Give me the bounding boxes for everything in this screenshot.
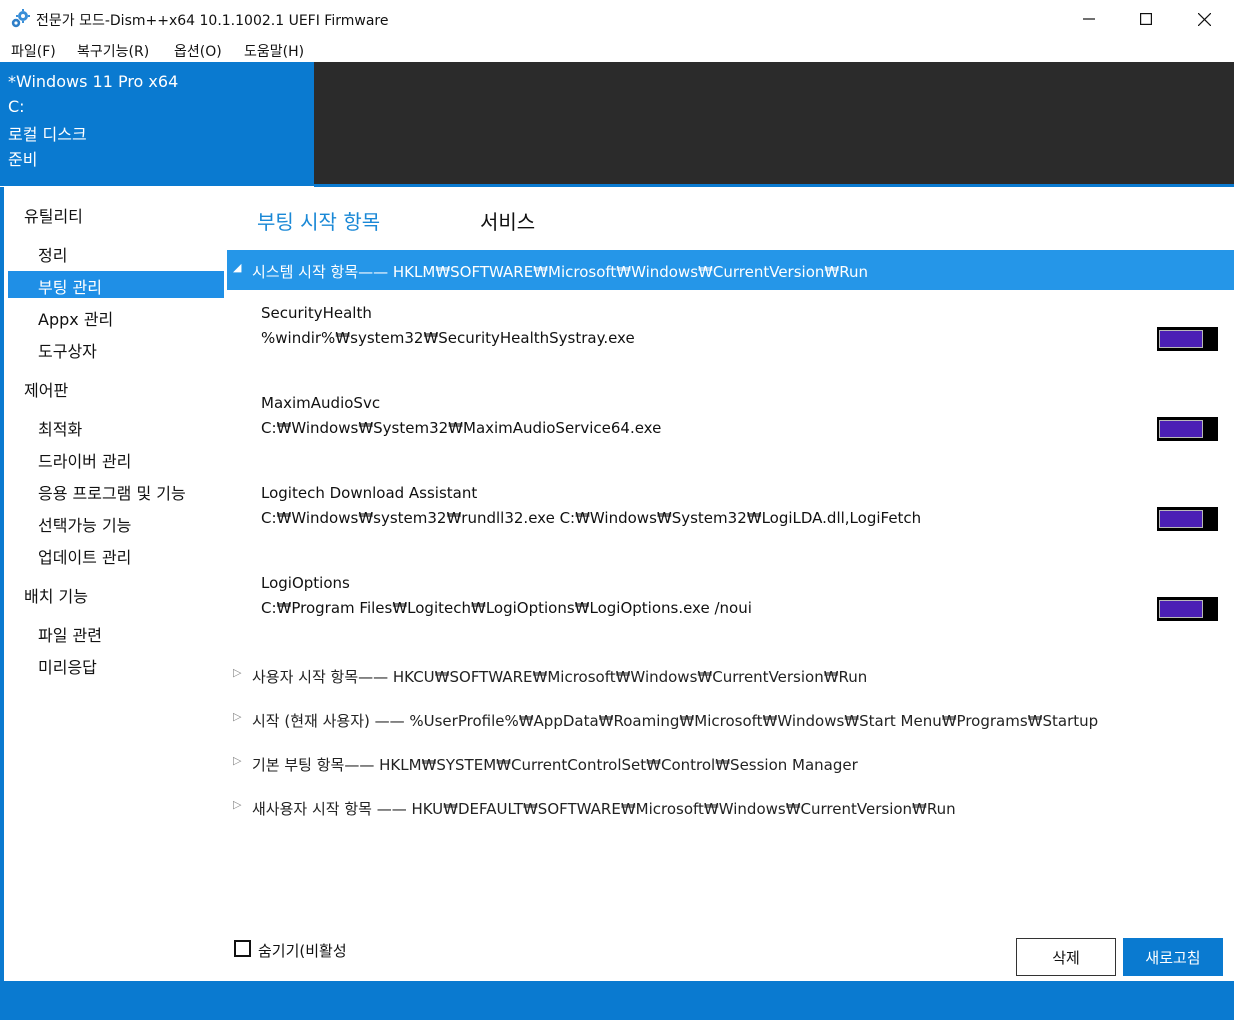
menu-recovery[interactable]: 복구기능(R) — [77, 41, 149, 61]
nav-group-batch: 배치 기능 — [24, 587, 88, 606]
main-panel: 부팅 시작 항목 서비스 ◢ 시스템 시작 항목—— HKLM₩SOFTWARE… — [227, 187, 1234, 981]
group-default-boot[interactable]: ▷ 기본 부팅 항목—— HKLM₩SYSTEM₩CurrentControlS… — [227, 743, 1234, 783]
session-list-area — [314, 62, 1234, 184]
session-panel[interactable]: *Windows 11 Pro x64 C: 로컬 디스크 준비 — [0, 62, 314, 186]
toggle-thumb — [1205, 507, 1218, 531]
entry-name: SecurityHealth — [261, 304, 372, 322]
gears-icon — [11, 9, 30, 28]
entry-command: %windir%₩system32₩SecurityHealthSystray.… — [261, 329, 635, 347]
sidebar-item-toolbox[interactable]: 도구상자 — [8, 335, 224, 362]
sidebar: 유틸리티 정리 부팅 관리 Appx 관리 도구상자 제어판 최적화 드라이버 … — [3, 187, 228, 981]
entry-command: C:₩Windows₩system32₩rundll32.exe C:₩Wind… — [261, 509, 922, 527]
sidebar-item-label: 파일 관련 — [38, 626, 102, 645]
group-label: 시작 (현재 사용자) —— %UserProfile%₩AppData₩Roa… — [252, 712, 1099, 730]
group-label: 시스템 시작 항목—— HKLM₩SOFTWARE₩Microsoft₩Wind… — [252, 263, 868, 281]
group-system-startup[interactable]: ◢ 시스템 시작 항목—— HKLM₩SOFTWARE₩Microsoft₩Wi… — [227, 250, 1234, 290]
sidebar-item-answer-file[interactable]: 미리응답 — [8, 651, 224, 678]
sidebar-item-label: 선택가능 기능 — [38, 516, 132, 535]
maximize-icon — [1140, 13, 1152, 25]
toggle-thumb — [1205, 417, 1218, 441]
group-startup-current-user[interactable]: ▷ 시작 (현재 사용자) —— %UserProfile%₩AppData₩R… — [227, 699, 1234, 739]
collapsed-arrow-icon: ▷ — [233, 666, 242, 679]
sidebar-item-label: 정리 — [38, 246, 68, 265]
minimize-icon — [1083, 18, 1095, 20]
window-title: 전문가 모드-Dism++x64 10.1.1002.1 UEFI Firmwa… — [36, 13, 389, 29]
title-bar: 전문가 모드-Dism++x64 10.1.1002.1 UEFI Firmwa… — [0, 0, 1234, 38]
collapsed-arrow-icon: ▷ — [233, 798, 242, 811]
toggle-logitech-download-assistant[interactable] — [1157, 507, 1218, 531]
tab-services[interactable]: 서비스 — [480, 206, 535, 235]
entry-command: C:₩Windows₩System32₩MaximAudioService64.… — [261, 419, 662, 437]
sidebar-item-label: 응용 프로그램 및 기능 — [38, 484, 186, 503]
group-label: 새사용자 시작 항목 —— HKU₩DEFAULT₩SOFTWARE₩Micro… — [252, 800, 956, 818]
session-os: *Windows 11 Pro x64 — [8, 72, 179, 91]
group-user-startup[interactable]: ▷ 사용자 시작 항목—— HKCU₩SOFTWARE₩Microsoft₩Wi… — [227, 655, 1234, 695]
collapsed-arrow-icon: ▷ — [233, 710, 242, 723]
minimize-button[interactable] — [1060, 0, 1118, 38]
entry-name: MaximAudioSvc — [261, 394, 381, 412]
group-new-user-startup[interactable]: ▷ 새사용자 시작 항목 —— HKU₩DEFAULT₩SOFTWARE₩Mic… — [227, 787, 1234, 827]
sidebar-item-boot-management[interactable]: 부팅 관리 — [8, 271, 224, 298]
sidebar-item-cleanup[interactable]: 정리 — [8, 239, 224, 266]
sidebar-item-label: 도구상자 — [38, 342, 97, 361]
sidebar-item-label: Appx 관리 — [38, 310, 114, 329]
sidebar-item-apps-features[interactable]: 응용 프로그램 및 기능 — [8, 477, 224, 504]
sidebar-item-updates[interactable]: 업데이트 관리 — [8, 541, 224, 568]
sidebar-item-optimize[interactable]: 최적화 — [8, 413, 224, 440]
toggle-securityhealth[interactable] — [1157, 327, 1218, 351]
toggle-track — [1159, 510, 1203, 528]
entry-name: LogiOptions — [261, 574, 350, 592]
sidebar-item-drivers[interactable]: 드라이버 관리 — [8, 445, 224, 472]
toggle-thumb — [1205, 597, 1218, 621]
group-label: 사용자 시작 항목—— HKCU₩SOFTWARE₩Microsoft₩Wind… — [252, 668, 868, 686]
status-bar — [0, 981, 1234, 1020]
entry-name: Logitech Download Assistant — [261, 484, 478, 502]
menu-bar: 파일(F) 복구기능(R) 옵션(O) 도움말(H) — [0, 38, 1234, 62]
expanded-arrow-icon: ◢ — [233, 261, 242, 274]
nav-group-control-panel: 제어판 — [24, 381, 69, 400]
sidebar-item-label: 최적화 — [38, 420, 83, 439]
close-icon — [1197, 12, 1211, 26]
toggle-track — [1159, 600, 1203, 618]
sidebar-item-label: 미리응답 — [38, 658, 97, 677]
toggle-thumb — [1205, 327, 1218, 351]
delete-button[interactable]: 삭제 — [1016, 938, 1116, 976]
session-status: 준비 — [8, 150, 38, 169]
sidebar-item-label: 부팅 관리 — [38, 278, 102, 297]
menu-options[interactable]: 옵션(O) — [174, 41, 222, 61]
menu-help[interactable]: 도움말(H) — [244, 41, 304, 61]
session-drive: C: — [8, 97, 25, 116]
collapsed-arrow-icon: ▷ — [233, 754, 242, 767]
toggle-track — [1159, 420, 1203, 438]
hide-disabled-label: 숨기기(비활성 — [258, 942, 347, 960]
maximize-button[interactable] — [1117, 0, 1175, 38]
sidebar-item-label: 업데이트 관리 — [38, 548, 132, 567]
close-button[interactable] — [1175, 0, 1233, 38]
menu-file[interactable]: 파일(F) — [11, 41, 56, 61]
sidebar-item-file-association[interactable]: 파일 관련 — [8, 619, 224, 646]
nav-group-utilities: 유틸리티 — [24, 207, 83, 226]
group-label: 기본 부팅 항목—— HKLM₩SYSTEM₩CurrentControlSet… — [252, 756, 858, 774]
tab-startup-items[interactable]: 부팅 시작 항목 — [257, 206, 380, 235]
toggle-maximaudiosvc[interactable] — [1157, 417, 1218, 441]
sidebar-item-label: 드라이버 관리 — [38, 452, 132, 471]
session-disk: 로컬 디스크 — [8, 125, 87, 144]
refresh-button[interactable]: 새로고침 — [1123, 938, 1223, 976]
toggle-track — [1159, 330, 1203, 348]
hide-disabled-checkbox[interactable] — [234, 940, 251, 957]
entry-command: C:₩Program Files₩Logitech₩LogiOptions₩Lo… — [261, 599, 752, 617]
sidebar-item-optional-features[interactable]: 선택가능 기능 — [8, 509, 224, 536]
toggle-logioptions[interactable] — [1157, 597, 1218, 621]
sidebar-item-appx[interactable]: Appx 관리 — [8, 303, 224, 330]
